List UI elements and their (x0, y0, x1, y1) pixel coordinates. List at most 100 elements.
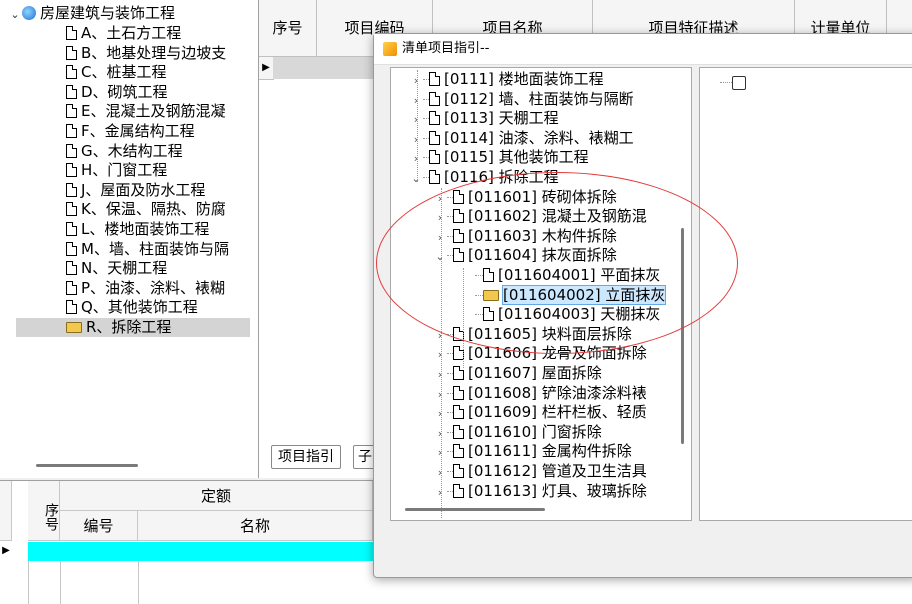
header-seq[interactable]: 序号 (259, 0, 317, 57)
chevron-down-icon[interactable]: ⌄ (8, 5, 22, 24)
tree-item[interactable]: E、混凝土及钢筋混凝 (16, 102, 250, 121)
header-quota[interactable]: 定额 (60, 481, 373, 511)
header-quota-name[interactable]: 名称 (138, 511, 373, 541)
document-icon (429, 130, 440, 145)
tree-item[interactable]: M、墙、柱面装饰与隔 (16, 240, 250, 259)
document-icon (429, 150, 440, 165)
guide-tree-item[interactable]: › [011607] 屋面拆除 (433, 364, 602, 383)
header-quota-code[interactable]: 编号 (60, 511, 138, 541)
chevron-right-icon[interactable]: › (433, 189, 447, 208)
document-icon (66, 222, 77, 236)
guide-tree-item-label: [011613] 灯具、玻璃拆除 (468, 481, 647, 500)
guide-tree-item[interactable]: [011604003] 天棚抹灰 (475, 305, 660, 324)
document-icon (66, 104, 77, 119)
guide-tree-item-label: [011601] 砖砌体拆除 (468, 187, 617, 206)
guide-tree-item[interactable]: [011604001] 平面抹灰 (475, 266, 660, 285)
category-tree[interactable]: ⌄ 房屋建筑与装饰工程 A、土石方工程 B、地基处理与边坡支 C、桩基工程 D、砌筑工程… (0, 0, 259, 478)
chevron-right-icon[interactable]: › (433, 326, 447, 345)
tree-item[interactable]: R、拆除工程 (16, 318, 250, 337)
chevron-right-icon[interactable]: › (409, 130, 423, 149)
horizontal-scrollbar[interactable] (36, 464, 138, 467)
guide-tree-item-label: [011606] 龙骨及饰面拆除 (468, 344, 647, 363)
tree-item[interactable]: J、屋面及防水工程 (16, 181, 250, 200)
tree-item[interactable]: C、桩基工程 (16, 63, 250, 82)
header-quota-seq[interactable]: 序号 (28, 481, 60, 541)
tree-item[interactable]: A、土石方工程 (16, 24, 250, 43)
guide-tree-item[interactable]: › [011612] 管道及卫生洁具 (433, 462, 647, 481)
chevron-right-icon[interactable]: › (433, 483, 447, 502)
grid-row-selected[interactable] (273, 57, 387, 79)
guide-tree-item-label: [0116] 拆除工程 (444, 168, 559, 186)
tree-item[interactable]: G、木结构工程 (16, 142, 250, 161)
guide-tree-item[interactable]: ⌄ [0116] 拆除工程 (409, 168, 559, 188)
dialog-title-bar[interactable]: 清单项目指引-- (374, 34, 912, 65)
guide-tree-item[interactable]: › [0112] 墙、柱面装饰与隔断 (409, 90, 634, 109)
chevron-down-icon[interactable]: ⌄ (433, 247, 447, 266)
chevron-right-icon[interactable]: › (433, 424, 447, 443)
tree-item[interactable]: Q、其他装饰工程 (16, 298, 250, 317)
guide-tree-item[interactable]: › [011608] 铲除油漆涂料裱 (433, 384, 647, 403)
vertical-scrollbar[interactable] (681, 228, 684, 444)
tree-item-label: K、保温、隔热、防腐 (81, 200, 226, 219)
document-icon (453, 483, 464, 498)
row-header-column (0, 481, 12, 541)
tree-item-label: A、土石方工程 (81, 24, 182, 42)
chevron-right-icon[interactable]: › (433, 443, 447, 462)
chevron-right-icon[interactable]: › (433, 463, 447, 482)
chevron-right-icon[interactable]: › (409, 71, 423, 90)
guide-tree-item[interactable]: [011604002] 立面抹灰 (475, 284, 667, 305)
tree-item[interactable]: D、砌筑工程 (16, 83, 250, 102)
tree-item[interactable]: P、油漆、涂料、裱糊 (16, 279, 250, 298)
tab-sub[interactable]: 子 (353, 445, 375, 469)
row-pointer-icon: ▶ (2, 545, 10, 556)
tab-item-guide[interactable]: 项目指引 (271, 445, 341, 469)
chevron-right-icon[interactable]: › (433, 228, 447, 247)
guide-tree-item[interactable]: › [0111] 楼地面装饰工程 (409, 70, 604, 89)
guide-tree-item[interactable]: › [011611] 金属构件拆除 (433, 442, 632, 461)
bill-item-guide-dialog[interactable]: 清单项目指引-- › [0111] 楼地面装饰工程 › [0112] 墙、柱面装饰与隔… (373, 33, 912, 578)
guide-tree-item[interactable]: › [011606] 龙骨及饰面拆除 (433, 344, 647, 363)
guide-detail-panel[interactable] (699, 67, 912, 521)
guide-tree-item[interactable]: › [011602] 混凝土及钢筋混 (433, 207, 647, 226)
chevron-right-icon[interactable]: › (409, 110, 423, 129)
document-icon (453, 189, 464, 204)
document-icon (66, 300, 77, 315)
chevron-right-icon[interactable]: › (433, 385, 447, 404)
document-icon (66, 280, 77, 295)
document-icon (453, 228, 464, 243)
document-icon (66, 26, 77, 40)
chevron-right-icon[interactable]: › (433, 404, 447, 423)
chevron-right-icon[interactable]: › (409, 91, 423, 110)
guide-tree-item[interactable]: › [0113] 天棚工程 (409, 109, 559, 128)
guide-tree-item[interactable]: › [0114] 油漆、涂料、裱糊工 (409, 129, 634, 148)
checkbox[interactable] (732, 76, 746, 90)
tree-connector (720, 82, 732, 83)
guide-tree[interactable]: › [0111] 楼地面装饰工程 › [0112] 墙、柱面装饰与隔断 › [0113] … (390, 67, 692, 521)
chevron-right-icon[interactable]: › (433, 208, 447, 227)
document-icon (66, 143, 77, 158)
tree-item-label: J、屋面及防水工程 (81, 180, 206, 199)
guide-tree-item[interactable]: › [011603] 木构件拆除 (433, 227, 617, 246)
guide-tree-item[interactable]: › [011601] 砖砌体拆除 (433, 188, 617, 207)
tree-item[interactable]: K、保温、隔热、防腐 (16, 200, 250, 219)
open-folder-icon (483, 289, 499, 301)
document-icon (66, 182, 77, 197)
tree-item[interactable]: H、门窗工程 (16, 161, 250, 180)
tree-root[interactable]: ⌄ 房屋建筑与装饰工程 (8, 4, 175, 23)
guide-tree-item-label: [0111] 楼地面装饰工程 (444, 70, 604, 88)
tree-item[interactable]: L、楼地面装饰工程 (16, 220, 250, 239)
chevron-right-icon[interactable]: › (433, 345, 447, 364)
guide-tree-item-label: [011604003] 天棚抹灰 (498, 305, 661, 324)
guide-tree-item[interactable]: › [0115] 其他装饰工程 (409, 148, 589, 167)
guide-tree-item[interactable]: › [011610] 门窗拆除 (433, 423, 602, 442)
tree-item[interactable]: B、地基处理与边坡支 (16, 44, 250, 63)
horizontal-scrollbar[interactable] (405, 508, 545, 511)
guide-tree-item[interactable]: › [011613] 灯具、玻璃拆除 (433, 482, 647, 501)
chevron-down-icon[interactable]: ⌄ (409, 169, 423, 188)
tree-item[interactable]: F、金属结构工程 (16, 122, 250, 141)
tree-item[interactable]: N、天棚工程 (16, 259, 250, 278)
guide-tree-item[interactable]: › [011609] 栏杆栏板、轻质 (433, 403, 647, 422)
guide-tree-item[interactable]: ⌄ [011604] 抹灰面拆除 (433, 246, 616, 266)
chevron-right-icon[interactable]: › (433, 365, 447, 384)
chevron-right-icon[interactable]: › (409, 149, 423, 168)
